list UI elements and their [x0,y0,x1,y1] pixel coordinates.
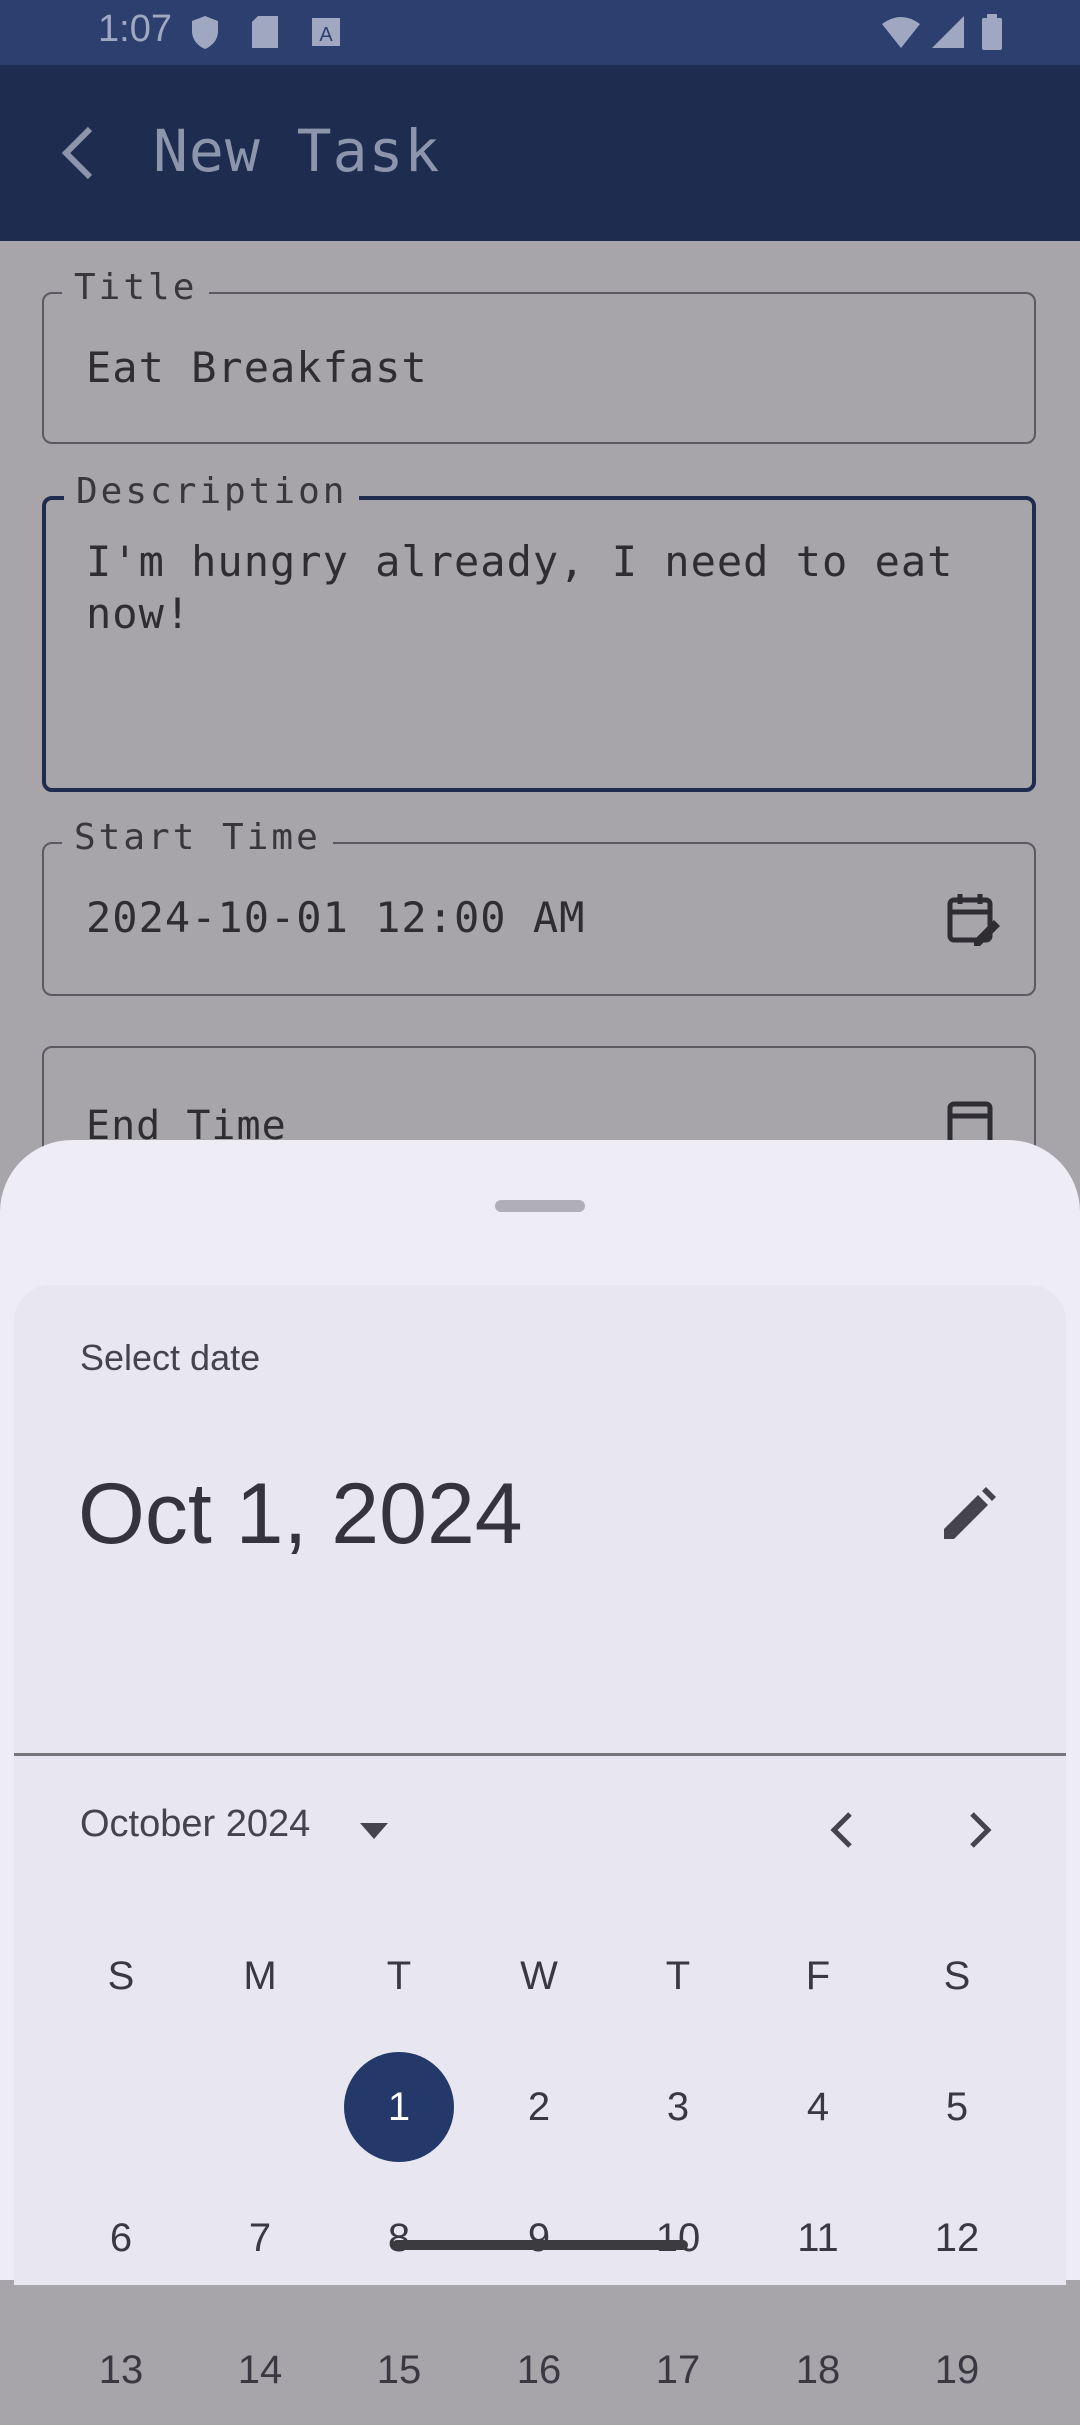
pencil-icon[interactable] [938,1485,998,1545]
selected-date-display: Oct 1, 2024 [78,1466,523,1562]
title-field-value: Eat Breakfast [86,343,428,392]
day-cell[interactable]: 13 [66,2315,176,2425]
divider [14,1753,1066,1756]
date-picker-sheet: Select date Oct 1, 2024 October 2024 S M… [0,1140,1080,2392]
day-cell-selected[interactable]: 1 [344,2052,454,2162]
day-cell[interactable]: 15 [344,2315,454,2425]
weekday-header: S [107,1954,135,1998]
weekday-header: F [805,1954,831,1998]
weekday-header: T [386,1954,412,1998]
drag-handle[interactable] [495,1200,585,1212]
day-cell[interactable]: 6 [66,2183,176,2293]
dropdown-arrow-icon[interactable] [354,1815,394,1845]
start-time-field-label: Start Time [62,817,333,858]
chevron-right-icon[interactable] [948,1800,1008,1860]
title-field-label: Title [62,267,210,308]
weekday-header: T [665,1954,691,1998]
day-cell[interactable]: 3 [623,2052,733,2162]
day-cell[interactable]: 12 [902,2183,1012,2293]
weekday-header: M [243,1954,277,1998]
shield-icon [192,16,218,49]
day-cell[interactable]: 11 [763,2183,873,2293]
wifi-icon [882,17,920,48]
status-time: 1:07 [98,8,172,50]
calendar-edit-icon[interactable] [944,890,1004,950]
description-field-line-2: now! [86,589,192,638]
day-cell[interactable]: 17 [623,2315,733,2425]
status-bar: 1:07 A [0,0,1080,65]
app-notification-icon: A [312,18,340,46]
start-time-field[interactable]: Start Time 2024-10-01 12:00 AM [42,817,1036,996]
month-year-selector[interactable]: October 2024 [80,1803,310,1846]
battery-icon [982,14,1002,50]
day-cell[interactable]: 5 [902,2052,1012,2162]
gesture-home-bar[interactable] [392,2240,688,2250]
svg-text:A: A [319,24,333,46]
weekday-header: W [520,1954,558,1998]
day-cell[interactable]: 16 [484,2315,594,2425]
day-cell[interactable]: 19 [902,2315,1012,2425]
day-cell[interactable]: 7 [205,2183,315,2293]
app-bar: New Task [0,65,1080,241]
day-cell[interactable]: 2 [484,2052,594,2162]
chevron-left-icon[interactable] [814,1800,874,1860]
description-field[interactable]: Description I'm hungry already, I need t… [42,471,1036,792]
start-time-field-value: 2024-10-01 12:00 AM [86,893,586,942]
date-picker-heading: Select date [80,1337,261,1378]
sd-card-icon [252,16,278,48]
back-arrow-icon[interactable] [52,123,112,183]
day-cell[interactable]: 9 [484,2183,594,2293]
day-cell[interactable]: 18 [763,2315,873,2425]
day-cell[interactable]: 10 [623,2183,733,2293]
day-cell[interactable]: 14 [205,2315,315,2425]
description-field-line-1: I'm hungry already, I need to eat [86,537,954,586]
day-cell[interactable]: 8 [344,2183,454,2293]
day-cell[interactable]: 4 [763,2052,873,2162]
description-field-label: Description [64,471,360,512]
signal-icon [932,16,964,48]
title-field[interactable]: Title Eat Breakfast [42,267,1036,444]
date-picker-card: Select date Oct 1, 2024 October 2024 S M… [14,1285,1066,2392]
weekday-header: S [943,1954,971,1998]
page-title: New Task [153,117,441,185]
